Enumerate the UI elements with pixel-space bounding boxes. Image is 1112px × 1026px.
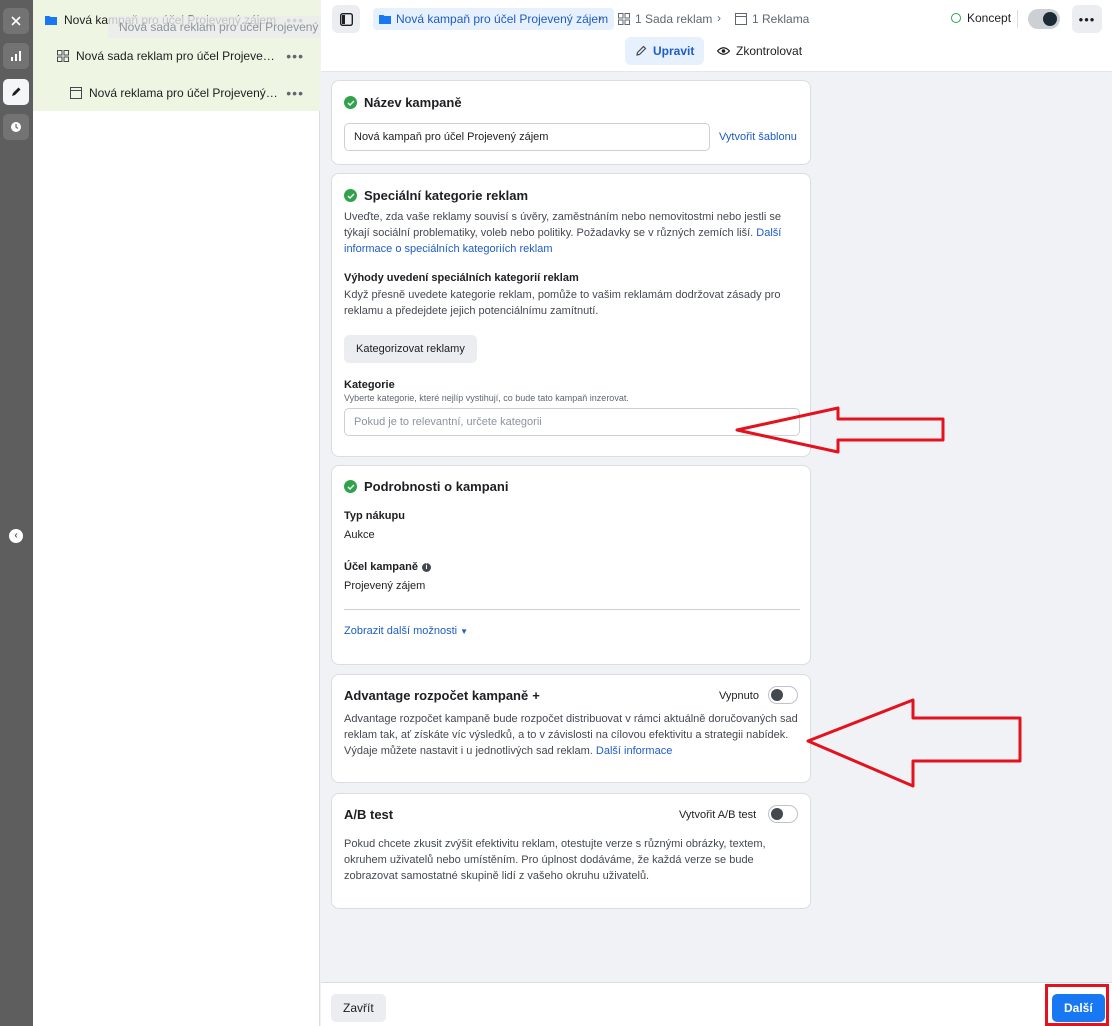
purchase-type-value: Aukce [344,529,375,541]
check-icon [344,96,357,109]
card-title: Název kampaně [344,95,462,110]
chart-icon[interactable] [3,43,29,69]
category-label: Kategorie [344,379,395,391]
annotation-box-next [1045,984,1109,1026]
card-title-text: Advantage rozpočet kampaně [344,688,529,703]
ab-test-description: Pokud chcete zkusit zvýšit efektivitu re… [344,838,766,882]
category-help: Vyberte kategorie, které nejlíp vystihuj… [344,393,629,403]
collapse-chevron-icon[interactable]: ‹ [9,529,23,543]
editor-main: Název kampaně Nová kampaň pro účel Proje… [321,72,1112,982]
objective-label: Účel kampaně i [344,561,431,573]
folder-icon [44,13,58,27]
divider [344,609,800,610]
more-icon[interactable]: ••• [286,85,304,101]
breadcrumb-label: 1 Reklama [752,12,810,26]
ab-test-toggle-label: Vytvořit A/B test [679,809,757,821]
card-title-text: A/B test [344,807,394,822]
card-title-text: Název kampaně [364,95,462,110]
left-rail: ‹ [0,0,33,1026]
ab-test-toggle[interactable] [768,805,798,823]
caret-down-icon: ▼ [460,627,469,636]
categorize-ads-button[interactable]: Kategorizovat reklamy [344,335,477,363]
card-title: A/B test [344,807,393,822]
clock-icon[interactable] [3,114,29,140]
advantage-budget-toggle[interactable] [768,686,798,704]
advantage-plus-icon: + [532,688,540,703]
panel-toggle-icon[interactable] [332,5,360,33]
ab-test-card: A/B test Vytvořit A/B test Pokud chcete … [331,793,811,909]
advantage-description: Advantage rozpočet kampaně bude rozpočet… [344,711,800,759]
more-icon: ••• [1078,11,1096,27]
create-template-link[interactable]: Vytvořit šablonu [719,131,797,143]
annotation-arrow-advantage [806,698,1022,788]
close-button[interactable]: Zavřít [331,994,386,1022]
card-title: Podrobnosti o kampani [344,479,508,494]
status-dot-icon [951,13,961,23]
eye-icon [717,46,730,56]
chevron-right-icon: › [598,11,602,25]
objective-value: Projevený zájem [344,580,426,592]
grid-icon [56,49,70,63]
campaign-name-input[interactable]: Nová kampaň pro účel Projevený zájem [344,123,710,151]
tree-item-ad[interactable]: Nová reklama pro účel Projevený záj... •… [33,75,320,111]
advantage-info-link[interactable]: Další informace [596,745,672,757]
tab-edit[interactable]: Upravit [625,37,705,65]
status-label: Koncept [967,11,1012,25]
benefits-text: Když přesně uvedete kategorie reklam, po… [344,289,781,317]
breadcrumb-ad[interactable]: 1 Reklama [735,8,809,30]
annotation-arrow-category [735,406,945,454]
breadcrumb-campaign[interactable]: Nová kampaň pro účel Projevený zájem [373,8,615,30]
campaign-name-card: Název kampaně Nová kampaň pro účel Proje… [331,80,811,165]
more-options-button[interactable]: ••• [1072,5,1102,33]
purchase-type-label: Typ nákupu [344,510,405,522]
advantage-budget-card: Advantage rozpočet kampaně + Vypnuto Adv… [331,674,811,783]
description-text: Uveďte, zda vaše reklamy souvisí s úvěry… [344,211,781,239]
pencil-icon [635,45,647,57]
tree-item-ad-set[interactable]: Nová sada reklam pro účel Projevený z...… [33,38,320,74]
advantage-toggle-label: Vypnuto [719,690,759,702]
tab-label: Upravit [653,44,695,58]
ad-icon [735,13,747,25]
check-icon [344,480,357,493]
more-icon[interactable]: ••• [286,48,304,64]
breadcrumb-label: 1 Sada reklam [635,12,713,26]
card-title: Speciální kategorie reklam [344,188,528,203]
grid-icon [618,13,630,25]
editor-footer: Zavřít Další [321,982,1112,1026]
campaign-details-card: Podrobnosti o kampani Typ nákupu Aukce Ú… [331,465,811,665]
card-title-text: Speciální kategorie reklam [364,188,529,203]
show-more-label: Zobrazit další možnosti [344,625,458,637]
close-icon[interactable] [3,8,29,34]
check-icon [344,189,357,202]
editor-header: Nová kampaň pro účel Projevený zájem › 1… [321,0,1112,72]
status-badge: Koncept [951,11,1011,25]
breadcrumb-label: Nová kampaň pro účel Projevený zájem [396,12,609,26]
card-title-text: Podrobnosti o kampani [364,479,509,494]
objective-label-text: Účel kampaně [344,561,418,573]
tab-review[interactable]: Zkontrolovat [707,37,812,65]
show-more-options-link[interactable]: Zobrazit další možnosti ▼ [344,625,468,637]
pencil-icon[interactable] [3,79,29,105]
campaign-toggle[interactable] [1028,9,1060,29]
ad-icon [69,86,83,100]
card-title: Advantage rozpočet kampaně + [344,688,540,703]
description-text: Advantage rozpočet kampaně bude rozpočet… [344,713,798,757]
header-divider [1017,10,1018,28]
category-select[interactable]: Pokud je to relevantní, určete kategorii [344,408,800,436]
benefits-title: Výhody uvedení speciálních kategorií rek… [344,272,579,284]
tab-label: Zkontrolovat [736,44,803,58]
tree-item-label: Nová reklama pro účel Projevený záj... [89,86,279,100]
breadcrumb-ad-set[interactable]: 1 Sada reklam [618,8,712,30]
tree-item-label: Nová sada reklam pro účel Projevený z... [76,49,281,63]
chevron-right-icon: › [717,11,721,25]
folder-icon [379,14,391,24]
drag-ghost: Nová sada reklam pro účel Projevený záje… [108,16,340,38]
campaign-tree: Nová kampaň pro účel Projevený zájem •••… [33,0,340,1026]
special-categories-description: Uveďte, zda vaše reklamy souvisí s úvěry… [344,209,800,257]
info-icon[interactable]: i [421,562,431,572]
